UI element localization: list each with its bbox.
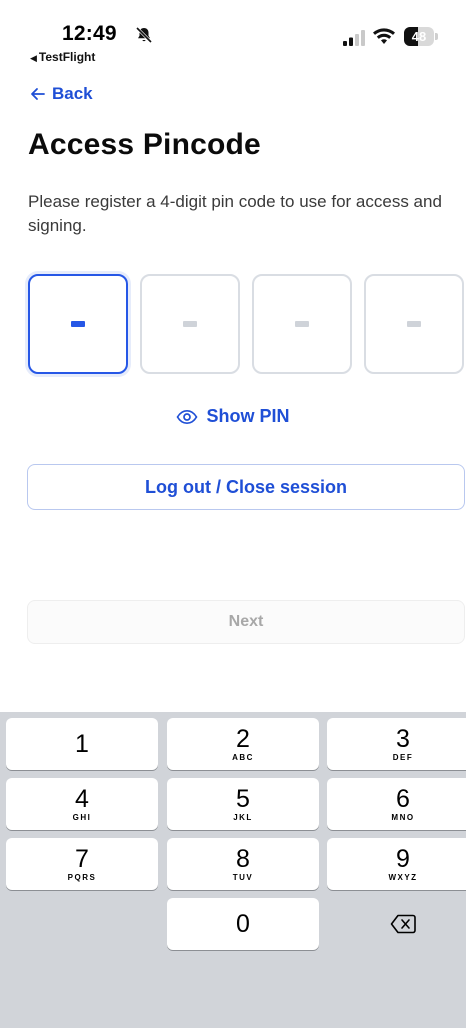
key-letters: DEF <box>392 752 414 762</box>
page-description: Please register a 4-digit pin code to us… <box>28 192 442 235</box>
pin-placeholder-dash <box>71 321 85 327</box>
back-app-label: TestFlight <box>38 50 96 64</box>
backspace-icon <box>390 914 416 934</box>
bell-slash-icon <box>135 26 153 44</box>
numeric-keypad: 1 2 ABC 3 DEF 4 GHI 5 JKL 6 MNO 7 PQRS 8… <box>0 712 466 1028</box>
pin-digit-box-2[interactable] <box>140 274 240 374</box>
eye-icon <box>176 409 198 424</box>
key-letters: PQRS <box>67 872 97 882</box>
key-number: 2 <box>236 724 250 753</box>
show-pin-label: Show PIN <box>206 406 290 426</box>
key-letters: TUV <box>232 872 254 882</box>
key-3[interactable]: 3 DEF <box>327 718 466 770</box>
key-6[interactable]: 6 MNO <box>327 778 466 830</box>
back-triangle-icon: ◀ <box>30 53 37 63</box>
key-number: 1 <box>75 729 89 758</box>
battery-body: 48 <box>404 27 434 46</box>
next-label: Next <box>228 613 264 630</box>
logout-label: Log out / Close session <box>144 476 348 497</box>
key-number: 3 <box>396 724 410 753</box>
page-title: Access Pincode <box>28 128 261 161</box>
show-pin-button[interactable]: Show PIN <box>0 406 466 427</box>
key-number: 6 <box>396 784 410 813</box>
status-time: 12:49 <box>62 22 117 45</box>
cellular-signal-icon <box>343 30 365 46</box>
back-button[interactable]: Back <box>30 84 93 104</box>
key-7[interactable]: 7 PQRS <box>6 838 158 890</box>
key-number: 0 <box>236 909 250 938</box>
key-letters: MNO <box>391 812 415 822</box>
key-number: 8 <box>236 844 250 873</box>
wifi-icon <box>373 28 395 44</box>
pin-placeholder-dash <box>407 321 421 327</box>
delete-key[interactable] <box>327 898 466 950</box>
key-0[interactable]: 0 <box>167 898 319 950</box>
key-number: 9 <box>396 844 410 873</box>
key-number: 7 <box>75 844 89 873</box>
key-9[interactable]: 9 WXYZ <box>327 838 466 890</box>
key-number: 5 <box>236 784 250 813</box>
pin-input[interactable] <box>28 274 464 374</box>
battery-percentage: 48 <box>411 29 427 44</box>
key-5[interactable]: 5 JKL <box>167 778 319 830</box>
pin-digit-box-4[interactable] <box>364 274 464 374</box>
key-number: 4 <box>75 784 89 813</box>
status-bar: 12:49 ◀ TestFlight 48 <box>0 0 466 72</box>
key-letters: GHI <box>72 812 92 822</box>
battery-cap <box>435 33 438 40</box>
back-to-app-link[interactable]: ◀ TestFlight <box>30 50 95 64</box>
pin-digit-box-3[interactable] <box>252 274 352 374</box>
key-letters: WXYZ <box>388 872 418 882</box>
pin-digit-box-1[interactable] <box>28 274 128 374</box>
key-1[interactable]: 1 <box>6 718 158 770</box>
arrow-left-icon <box>31 88 45 100</box>
back-label: Back <box>52 84 93 103</box>
next-button[interactable]: Next <box>27 600 465 644</box>
pin-placeholder-dash <box>295 321 309 327</box>
pin-placeholder-dash <box>183 321 197 327</box>
key-letters: ABC <box>232 752 254 762</box>
key-8[interactable]: 8 TUV <box>167 838 319 890</box>
key-4[interactable]: 4 GHI <box>6 778 158 830</box>
logout-button[interactable]: Log out / Close session <box>27 464 465 510</box>
key-2[interactable]: 2 ABC <box>167 718 319 770</box>
battery-indicator: 48 <box>404 27 438 46</box>
key-letters: JKL <box>233 812 253 822</box>
